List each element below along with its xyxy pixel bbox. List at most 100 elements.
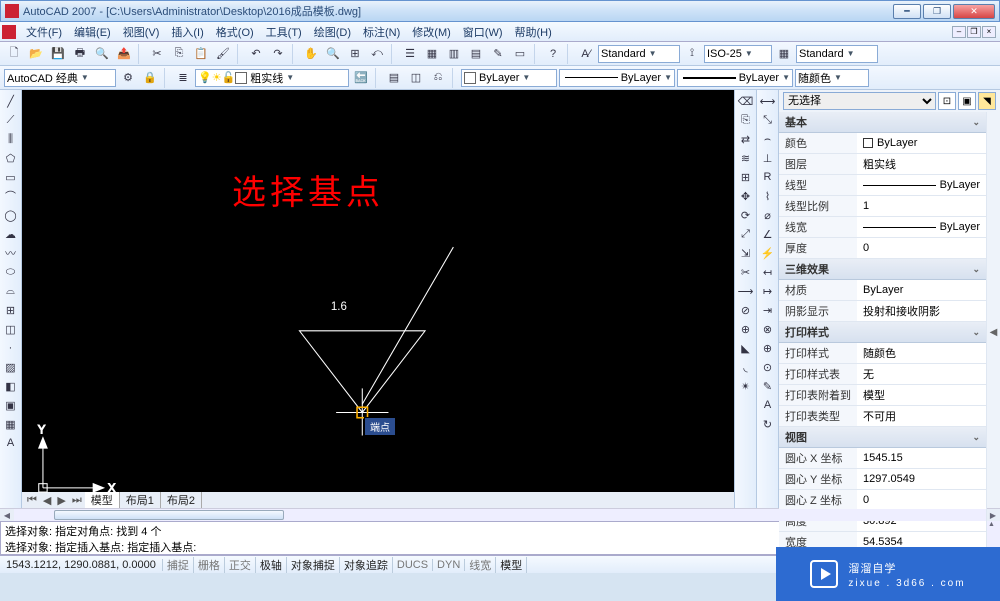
layer-states-icon[interactable]: ▤ [384, 68, 404, 88]
group-view[interactable]: 视图 [785, 429, 807, 445]
lineweight-combo[interactable]: ByLayer▼ [677, 69, 793, 87]
save-icon[interactable]: 💾 [48, 44, 68, 64]
rectangle-icon[interactable]: ▭ [2, 168, 20, 186]
dimedit-icon[interactable]: ✎ [759, 377, 777, 395]
designcenter-icon[interactable]: ▦ [422, 44, 442, 64]
line-icon[interactable]: ╱ [2, 92, 20, 110]
new-icon[interactable]: 🗋 [4, 44, 24, 64]
doc-close-button[interactable]: × [982, 26, 996, 38]
cut-icon[interactable]: ✂ [147, 44, 167, 64]
prop-shadow[interactable]: 投射和接收阴影 [857, 301, 986, 321]
menu-format[interactable]: 格式(O) [210, 22, 260, 42]
markup-icon[interactable]: ✎ [488, 44, 508, 64]
trim-icon[interactable]: ✂ [737, 263, 755, 281]
layer-iso-icon[interactable]: ◫ [406, 68, 426, 88]
workspace-lock-icon[interactable]: 🔒 [140, 68, 160, 88]
dim-aligned-icon[interactable]: ⤡ [759, 111, 777, 129]
dim-base-icon[interactable]: ↤ [759, 263, 777, 281]
doc-minimize-button[interactable]: – [952, 26, 966, 38]
plotstyle-combo[interactable]: 随颜色▼ [795, 69, 869, 87]
copy-obj-icon[interactable]: ⎘ [737, 111, 755, 129]
prop-material[interactable]: ByLayer [857, 280, 986, 300]
maximize-button[interactable]: ❐ [923, 4, 951, 19]
dim-ang-icon[interactable]: ∠ [759, 225, 777, 243]
menu-window[interactable]: 窗口(W) [457, 22, 509, 42]
scroll-thumb[interactable] [54, 510, 284, 520]
status-otrack[interactable]: 对象追踪 [340, 557, 393, 573]
layer-combo[interactable]: 💡 ☀ 🔓 粗实线 ▼ [195, 69, 349, 87]
zoom-realtime-icon[interactable]: 🔍 [323, 44, 343, 64]
revcloud-icon[interactable]: ☁ [2, 225, 20, 243]
dim-style-combo[interactable]: ISO-25▼ [704, 45, 772, 63]
prop-center-y[interactable]: 1297.0549 [857, 469, 986, 489]
layer-prev-icon[interactable]: 🔙 [351, 68, 371, 88]
menu-tools[interactable]: 工具(T) [260, 22, 308, 42]
status-polar[interactable]: 极轴 [256, 557, 287, 573]
array-icon[interactable]: ⊞ [737, 168, 755, 186]
dim-cont-icon[interactable]: ↦ [759, 282, 777, 300]
zoom-window-icon[interactable]: ⊞ [345, 44, 365, 64]
coords-readout[interactable]: 1543.1212, 1290.0881, 0.0000 [0, 559, 163, 571]
xline-icon[interactable]: ⟋ [2, 111, 20, 129]
color-combo[interactable]: ByLayer▼ [461, 69, 557, 87]
dim-space-icon[interactable]: ⇥ [759, 301, 777, 319]
prop-ltscale[interactable]: 1 [857, 196, 986, 216]
minimize-button[interactable]: ━ [893, 4, 921, 19]
extend-icon[interactable]: ⟶ [737, 282, 755, 300]
centermark-icon[interactable]: ⊙ [759, 358, 777, 376]
pan-icon[interactable]: ✋ [301, 44, 321, 64]
status-dyn[interactable]: DYN [433, 559, 465, 571]
prop-plottype[interactable]: 不可用 [857, 406, 986, 426]
mtext-icon[interactable]: A [2, 434, 20, 452]
workspace-combo[interactable]: AutoCAD 经典▼ [4, 69, 116, 87]
close-button[interactable]: ✕ [953, 4, 995, 19]
properties-icon[interactable]: ☰ [400, 44, 420, 64]
status-lwt[interactable]: 线宽 [465, 557, 496, 573]
break-icon[interactable]: ⊘ [737, 301, 755, 319]
tablestyle-icon[interactable]: ▦ [774, 44, 794, 64]
selectobjects-icon[interactable]: ▣ [958, 92, 976, 110]
status-grid[interactable]: 栅格 [194, 557, 225, 573]
prop-plotattach[interactable]: 模型 [857, 385, 986, 405]
menu-help[interactable]: 帮助(H) [509, 22, 558, 42]
open-icon[interactable]: 📂 [26, 44, 46, 64]
menu-edit[interactable]: 编辑(E) [68, 22, 117, 42]
region-icon[interactable]: ▣ [2, 396, 20, 414]
menu-insert[interactable]: 插入(I) [165, 22, 209, 42]
prop-plottable[interactable]: 无 [857, 364, 986, 384]
h-scrollbar[interactable]: ◀ ▶ [0, 508, 1000, 521]
copy-icon[interactable]: ⎘ [169, 44, 189, 64]
move-icon[interactable]: ✥ [737, 187, 755, 205]
linetype-combo[interactable]: ByLayer▼ [559, 69, 675, 87]
prop-layer[interactable]: 粗实线 [857, 154, 986, 174]
dim-radius-icon[interactable]: R [759, 168, 777, 186]
matchprop-icon[interactable]: 🖌 [213, 44, 233, 64]
prop-plotstyle[interactable]: 随颜色 [857, 343, 986, 363]
selection-combo[interactable]: 无选择 [783, 92, 936, 110]
status-ortho[interactable]: 正交 [225, 557, 256, 573]
makeblock-icon[interactable]: ◫ [2, 320, 20, 338]
layer-manager-icon[interactable]: ≣ [173, 68, 193, 88]
rotate-icon[interactable]: ⟳ [737, 206, 755, 224]
menu-dimension[interactable]: 标注(N) [357, 22, 406, 42]
dim-dia-icon[interactable]: ⌀ [759, 206, 777, 224]
layer-match-icon[interactable]: ⎌ [428, 68, 448, 88]
explode-icon[interactable]: ✴ [737, 377, 755, 395]
scale-icon[interactable]: ⤢ [737, 225, 755, 243]
ellipsearc-icon[interactable]: ⌓ [2, 282, 20, 300]
prop-center-z[interactable]: 0 [857, 490, 986, 510]
quickselect-icon[interactable]: ⊡ [938, 92, 956, 110]
publish-icon[interactable]: 📤 [114, 44, 134, 64]
dimstyle-icon[interactable]: ⟟ [682, 44, 702, 64]
dim-ord-icon[interactable]: ⊥ [759, 149, 777, 167]
dim-arc-icon[interactable]: ⌢ [759, 130, 777, 148]
stretch-icon[interactable]: ⇲ [737, 244, 755, 262]
text-style-combo[interactable]: Standard▼ [598, 45, 680, 63]
scroll-left-icon[interactable]: ◀ [0, 509, 14, 521]
prop-thickness[interactable]: 0 [857, 238, 986, 258]
print-icon[interactable]: 🖶 [70, 44, 90, 64]
join-icon[interactable]: ⊕ [737, 320, 755, 338]
status-ducs[interactable]: DUCS [393, 559, 433, 571]
toggle-pickadd-icon[interactable]: ◥ [978, 92, 996, 110]
offset-icon[interactable]: ≋ [737, 149, 755, 167]
